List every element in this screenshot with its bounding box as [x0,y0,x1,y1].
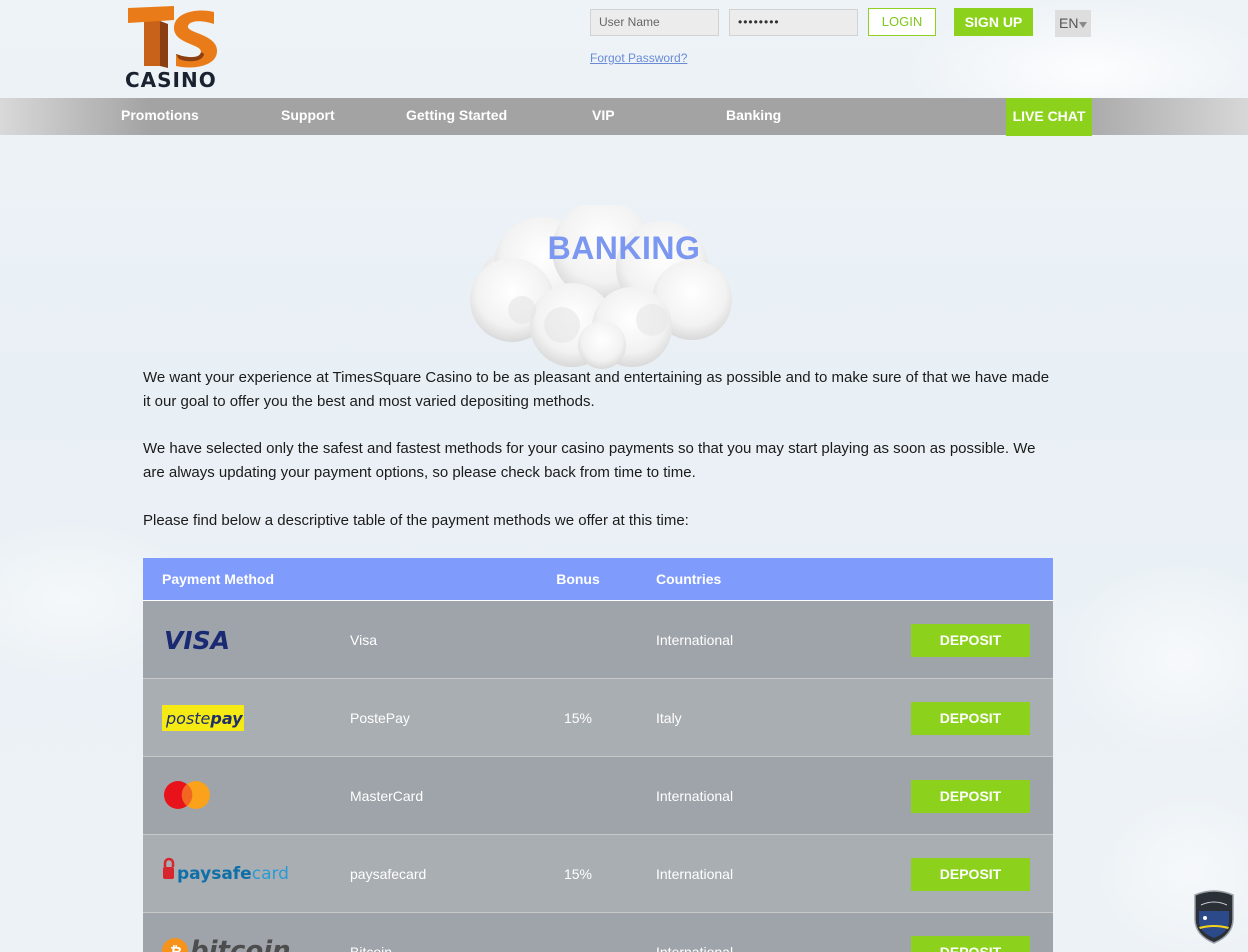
site-header: CASINO User Name •••••••• LOGIN SIGN UP … [0,0,1248,98]
nav-item-support[interactable]: Support [281,98,335,135]
postepay-logo-icon: postepay [162,679,302,757]
deposit-button[interactable]: DEPOSIT [911,702,1030,735]
page-title: BANKING [547,230,701,266]
language-label: EN [1059,15,1079,31]
table-row: MasterCard International DEPOSIT [143,757,1053,835]
ts-logo-icon [128,6,218,68]
svg-text:bitcoin: bitcoin [190,936,291,952]
method-name: Bitcoin [350,944,393,952]
visa-logo-icon: VISA [162,601,302,679]
svg-text:₿: ₿ [170,943,182,952]
svg-text:paysafecard: paysafecard [177,864,289,884]
nav-item-getting-started[interactable]: Getting Started [406,98,507,135]
header-payment-method: Payment Method [162,571,275,587]
nav-item-promotions[interactable]: Promotions [121,98,199,135]
method-country: Italy [656,710,682,726]
login-button[interactable]: LOGIN [868,8,936,36]
language-select[interactable]: EN [1055,10,1091,37]
logo-casino-text: CASINO [125,68,217,92]
method-name: paysafecard [350,866,427,882]
table-row: postepay PostePay 15% Italy DEPOSIT [143,679,1053,757]
method-country: International [656,788,734,804]
svg-text:postepay: postepay [165,709,243,728]
forgot-password-link[interactable]: Forgot Password? [590,51,687,65]
deposit-button[interactable]: DEPOSIT [911,624,1030,657]
deposit-button[interactable]: DEPOSIT [911,858,1030,891]
nav-item-vip[interactable]: VIP [592,98,615,135]
bitcoin-logo-icon: ₿ bitcoin [162,913,302,952]
intro-paragraph: We want your experience at TimesSquare C… [143,369,1050,410]
method-bonus: 15% [563,710,593,726]
table-row: VISA Visa International DEPOSIT [143,601,1053,679]
header-bonus: Bonus [556,571,600,587]
method-bonus: 15% [563,866,593,882]
deposit-button[interactable]: DEPOSIT [911,936,1030,952]
table-header: Payment Method Bonus Countries [143,558,1053,601]
method-name: MasterCard [350,788,424,804]
ts-casino-logo[interactable]: CASINO [122,4,220,92]
svg-text:VISA: VISA [164,626,230,655]
password-input[interactable]: •••••••• [729,9,858,36]
paysafecard-logo-icon: paysafecard [162,835,302,913]
table-row: paysafecard paysafecard 15% Internationa… [143,835,1053,913]
deposit-button[interactable]: DEPOSIT [911,780,1030,813]
table-row: ₿ bitcoin Bitcoin International DEPOSIT [143,913,1053,952]
signup-button[interactable]: SIGN UP [954,8,1033,36]
header-countries: Countries [656,571,722,587]
method-country: International [656,866,734,882]
username-input[interactable]: User Name [590,9,719,36]
chevron-down-icon [1079,22,1087,28]
mastercard-logo-icon [162,757,302,835]
table-intro-paragraph: Please find below a descriptive table of… [143,512,689,529]
nav-item-banking[interactable]: Banking [726,98,781,135]
curacao-seal-icon[interactable] [1191,889,1237,944]
safety-paragraph: We have selected only the safest and fas… [143,440,1036,481]
method-country: International [656,632,734,648]
live-chat-button[interactable]: LIVE CHAT [1006,98,1092,136]
payment-methods-table: Payment Method Bonus Countries VISA Visa… [143,558,1053,952]
method-country: International [656,944,734,952]
method-name: Visa [350,632,377,648]
method-name: PostePay [350,710,410,726]
